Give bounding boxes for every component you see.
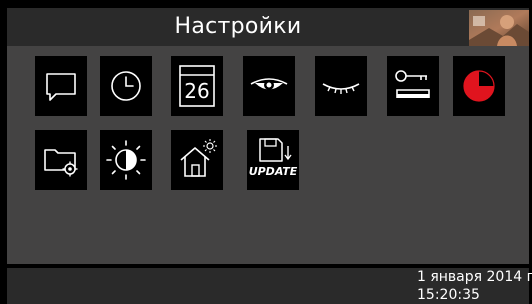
tile-clock[interactable] — [100, 56, 152, 116]
current-time: 15:20:35 — [417, 287, 480, 303]
status-bar: 1 января 2014 г. 15:20:35 — [7, 268, 532, 304]
tile-brightness[interactable] — [100, 130, 152, 190]
calendar-day: 26 — [184, 79, 210, 103]
tile-red-pie[interactable] — [453, 56, 505, 116]
tile-messages[interactable] — [35, 56, 87, 116]
clock-icon — [106, 66, 146, 106]
date-time: 1 января 2014 г. 15:20:35 — [417, 268, 532, 304]
current-date: 1 января 2014 г. — [417, 269, 532, 285]
tile-key-bed[interactable] — [387, 56, 439, 116]
brightness-icon — [104, 138, 148, 182]
tile-update[interactable]: UPDATE — [247, 130, 299, 190]
eye-closed-icon — [319, 66, 363, 106]
profile-photo[interactable] — [469, 10, 529, 46]
title-bar: Настройки — [7, 8, 529, 46]
eye-open-icon — [247, 66, 291, 106]
tile-folder-settings[interactable] — [35, 130, 87, 190]
tile-calendar[interactable]: 26 — [171, 56, 223, 116]
update-icon: UPDATE — [248, 136, 298, 184]
calendar-icon: 26 — [177, 63, 217, 109]
tile-eye-closed[interactable] — [315, 56, 367, 116]
messages-icon — [41, 66, 81, 106]
settings-grid: 26 UPDATE — [7, 46, 529, 264]
red-pie-icon — [459, 66, 499, 106]
tile-home-ambient[interactable] — [171, 130, 223, 190]
key-bed-icon — [391, 64, 435, 108]
settings-screen: Настройки 26 UPDATE 1 января 2014 г. 15:… — [0, 0, 532, 304]
house-sun-icon — [175, 138, 219, 182]
page-title: Настройки — [174, 14, 302, 39]
folder-gear-icon — [41, 140, 81, 180]
update-label: UPDATE — [248, 165, 298, 178]
tile-eye-open[interactable] — [243, 56, 295, 116]
